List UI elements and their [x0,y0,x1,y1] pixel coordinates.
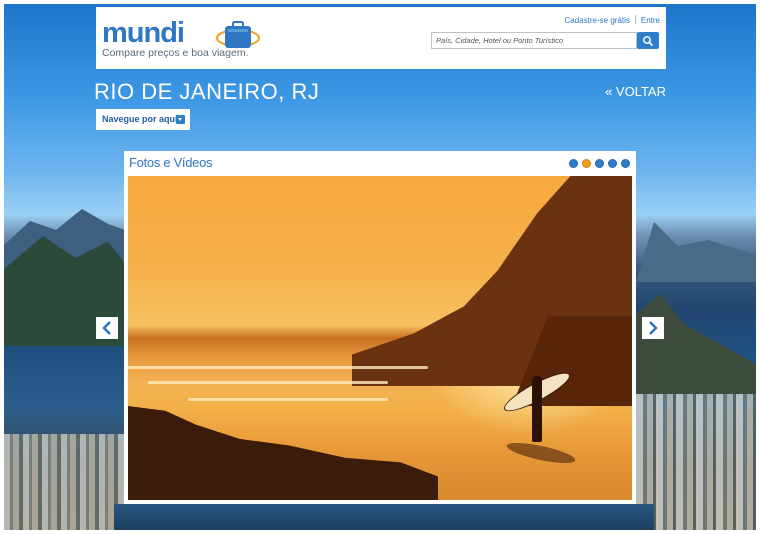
link-divider [634,15,636,24]
navigate-dropdown-label: Navegue por aqui [102,114,178,124]
photo-surfer [532,376,542,442]
gallery-title: Fotos e Vídeos [129,155,213,170]
slide-dot-active[interactable] [582,159,591,168]
page-background: mundi Compare preços e boa viagem. Cadas… [4,4,756,530]
slide-indicators [569,159,630,168]
search-icon [643,36,653,46]
photo-wave [188,398,388,401]
photo-wave [128,366,428,369]
login-link[interactable]: Entre [641,16,660,25]
search-button[interactable] [637,32,659,49]
page-title: RIO DE JANEIRO, RJ [94,79,320,104]
gallery-photo [128,176,632,500]
navigate-dropdown[interactable]: Navegue por aqui [96,109,190,130]
dropdown-arrow-icon [176,115,185,124]
site-header: mundi Compare preços e boa viagem. Cadas… [96,7,666,69]
background-bay [114,504,654,530]
slide-dot[interactable] [595,159,604,168]
suitcase-logo-icon [216,21,260,48]
background-city [636,394,756,530]
photo-wave [148,381,388,384]
gallery-next-button[interactable] [642,317,664,339]
background-mountain [636,222,756,282]
search-input[interactable]: País, Cidade, Hotel ou Ponto Turístico [431,32,637,49]
account-links: Cadastre-se grátis Entre [565,15,660,25]
signup-link[interactable]: Cadastre-se grátis [565,16,630,25]
gallery-prev-button[interactable] [96,317,118,339]
slide-dot[interactable] [569,159,578,168]
chevron-right-icon [649,321,658,335]
slide-dot[interactable] [621,159,630,168]
background-hill [636,294,756,394]
photo-rocks [128,406,438,500]
background-city [4,434,129,530]
back-link[interactable]: « VOLTAR [605,84,666,99]
photo-gallery: Fotos e Vídeos [124,151,636,504]
photo-surfer-shadow [505,438,577,468]
chevron-left-icon [102,321,111,335]
slide-dot[interactable] [608,159,617,168]
